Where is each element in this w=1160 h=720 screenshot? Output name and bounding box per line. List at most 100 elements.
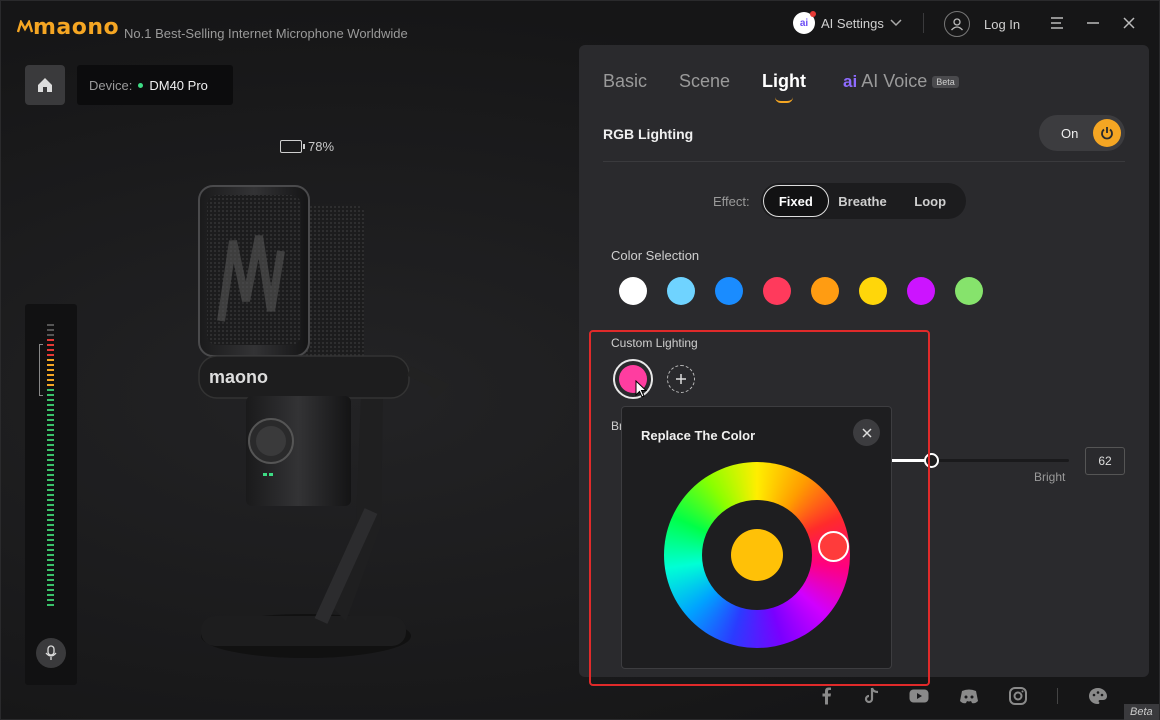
meter-segment: [47, 369, 54, 371]
tab-ai-voice[interactable]: ai AI Voice Beta: [843, 71, 959, 92]
title-bar: maono No.1 Best-Selling Internet Microph…: [1, 1, 1160, 47]
tab-scene[interactable]: Scene: [679, 71, 730, 92]
meter-segment: [47, 334, 54, 336]
meter-segment: [47, 539, 54, 541]
meter-segment: [47, 464, 54, 466]
custom-lighting-label: Custom Lighting: [611, 336, 698, 350]
meter-segment: [47, 329, 54, 331]
color-swatches: [619, 277, 983, 305]
meter-segment: [47, 419, 54, 421]
meter-segment: [47, 509, 54, 511]
close-icon[interactable]: [1119, 13, 1139, 33]
meter-segment: [47, 454, 54, 456]
color-swatch-7[interactable]: [907, 277, 935, 305]
maono-logo: maono: [17, 13, 119, 41]
meter-segment: [47, 444, 54, 446]
tab-active-indicator: [774, 97, 793, 103]
color-swatch-1[interactable]: [619, 277, 647, 305]
meter-segment: [47, 574, 54, 576]
color-wheel-handle[interactable]: [818, 531, 849, 562]
menu-icon[interactable]: [1047, 13, 1067, 33]
meter-segment: [47, 354, 54, 356]
effect-loop[interactable]: Loop: [896, 185, 964, 217]
meter-segment: [47, 534, 54, 536]
color-swatch-4[interactable]: [763, 277, 791, 305]
add-custom-color-button[interactable]: [667, 365, 695, 393]
meter-segment: [47, 449, 54, 451]
meter-bracket: [39, 344, 43, 396]
meter-segment: [47, 384, 54, 386]
popup-close-button[interactable]: [853, 419, 880, 446]
meter-segment: [47, 469, 54, 471]
meter-segment: [47, 374, 54, 376]
popup-title: Replace The Color: [641, 428, 756, 443]
social-links: [821, 687, 1108, 705]
meter-segment: [47, 529, 54, 531]
bright-label: Bright: [1034, 470, 1066, 484]
meter-segment: [47, 589, 54, 591]
meter-segment: [47, 439, 54, 441]
minimize-icon[interactable]: [1083, 13, 1103, 33]
brightness-value-input[interactable]: 62: [1085, 447, 1125, 475]
microphone-image: maono: [198, 185, 450, 658]
meter-segment: [47, 479, 54, 481]
home-button[interactable]: [25, 65, 65, 105]
meter-segment: [47, 409, 54, 411]
rgb-power-toggle[interactable]: On: [1039, 115, 1125, 151]
meter-segment: [47, 554, 54, 556]
meter-segment: [47, 584, 54, 586]
mic-mute-button[interactable]: [36, 638, 66, 668]
discord-icon[interactable]: [959, 689, 979, 704]
meter-segment: [47, 519, 54, 521]
ai-settings-label: AI Settings: [821, 15, 884, 31]
effect-breathe[interactable]: Breathe: [829, 185, 897, 217]
color-swatch-6[interactable]: [859, 277, 887, 305]
tab-basic[interactable]: Basic: [603, 71, 647, 92]
meter-segment: [47, 434, 54, 436]
device-status-dot: [138, 82, 144, 88]
meter-segment: [47, 364, 54, 366]
login-button[interactable]: Log In: [944, 11, 1020, 37]
color-wheel-center: [702, 500, 812, 610]
device-label: Device:: [89, 77, 133, 93]
meter-segment: [47, 484, 54, 486]
meter-segment: [47, 559, 54, 561]
meter-segment: [47, 499, 54, 501]
effect-label: Effect:: [713, 194, 750, 209]
color-swatch-2[interactable]: [667, 277, 695, 305]
beta-tag: Beta: [1124, 704, 1159, 720]
ai-voice-icon: ai: [843, 72, 858, 91]
ai-icon: ai: [793, 11, 816, 34]
beta-badge: Beta: [932, 76, 959, 89]
meter-bars: [47, 324, 55, 606]
meter-segment: [47, 564, 54, 566]
youtube-icon[interactable]: [909, 689, 929, 703]
instagram-icon[interactable]: [1009, 687, 1027, 705]
power-icon: [1093, 119, 1121, 147]
color-swatch-5[interactable]: [811, 277, 839, 305]
facebook-icon[interactable]: [821, 687, 833, 705]
color-swatch-8[interactable]: [955, 277, 983, 305]
home-icon: [38, 78, 52, 92]
device-selector[interactable]: Device: DM40 Pro: [77, 65, 233, 105]
microphone-icon: [45, 645, 57, 660]
ai-settings-button[interactable]: ai AI Settings: [793, 11, 902, 34]
feedback-icon[interactable]: [1088, 687, 1108, 705]
effect-fixed[interactable]: Fixed: [763, 185, 829, 217]
meter-segment: [47, 599, 54, 601]
meter-segment: [47, 579, 54, 581]
meter-segment: [47, 514, 54, 516]
meter-segment: [47, 474, 54, 476]
toggle-label: On: [1061, 125, 1079, 141]
mic-brand-text: maono: [209, 367, 268, 387]
custom-color-swatch[interactable]: [613, 359, 653, 399]
brightness-slider-thumb[interactable]: [924, 453, 939, 468]
logo-text: maono: [33, 14, 120, 40]
color-swatch-3[interactable]: [715, 277, 743, 305]
meter-segment: [47, 379, 54, 381]
tab-light[interactable]: Light: [762, 71, 806, 103]
tiktok-icon[interactable]: [863, 687, 879, 705]
color-wheel[interactable]: [664, 462, 850, 648]
tab-light-label: Light: [762, 71, 806, 91]
brightness-slider[interactable]: [869, 453, 1069, 468]
